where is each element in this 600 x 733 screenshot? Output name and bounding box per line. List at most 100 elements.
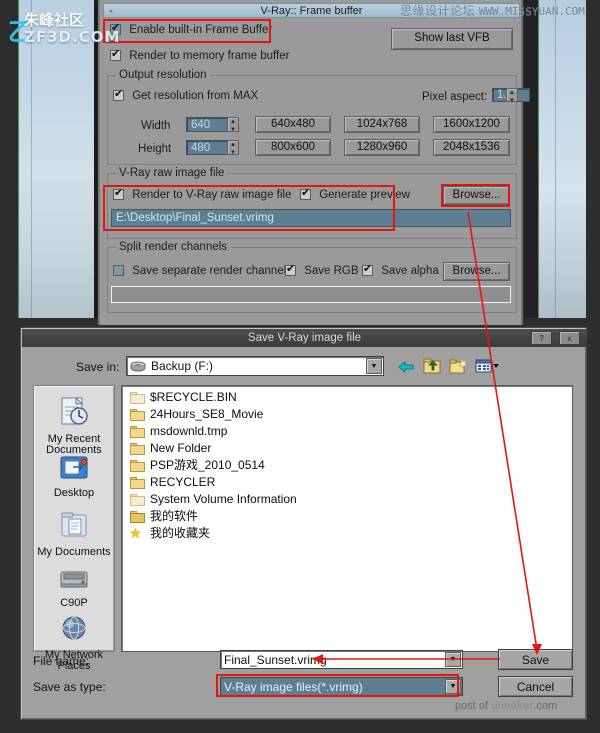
generate-preview-row[interactable]: Generate preview <box>300 187 410 201</box>
enable-frame-buffer-row[interactable]: Enable built-in Frame Buffer <box>110 22 272 36</box>
spinner-up-icon[interactable]: ▲ <box>228 141 238 149</box>
back-arrow-icon[interactable] <box>396 358 416 376</box>
save-alpha-row[interactable]: Save alpha <box>362 263 439 277</box>
file-list-pane[interactable]: $RECYCLE.BIN 24Hours_SE8_Movie msdownld.… <box>121 385 573 652</box>
preset-label: 800x600 <box>270 140 316 153</box>
watermark-uimaker: post of uimaker.com <box>455 700 557 712</box>
file-name: RECYCLER <box>150 475 216 489</box>
list-item[interactable]: ★ 我的收藏夹 <box>126 525 572 542</box>
save-button[interactable]: Save <box>498 649 573 670</box>
list-item[interactable]: msdownld.tmp <box>126 423 572 440</box>
save-as-type-dropdown-arrow[interactable]: ▼ <box>445 679 461 694</box>
raw-image-browse-button[interactable]: Browse... <box>443 186 510 205</box>
folder-icon <box>130 409 145 421</box>
render-raw-label: Render to V-Ray raw image file <box>132 189 292 201</box>
save-as-type-combobox[interactable]: V-Ray image files(*.vrimg) ▼ <box>220 677 463 696</box>
up-one-level-icon[interactable] <box>422 357 442 375</box>
list-item[interactable]: New Folder <box>126 440 572 457</box>
zf-cn-text: 朱峰社区 <box>24 12 85 29</box>
folder-open-icon <box>130 511 145 523</box>
viewport-right-gutter <box>586 0 600 318</box>
browse-label: Browse... <box>452 264 501 277</box>
file-name-dropdown-arrow[interactable]: ▼ <box>445 652 461 667</box>
place-label: My Recent Documents <box>46 433 102 456</box>
render-to-memory-checkbox[interactable] <box>110 48 121 61</box>
pixel-aspect-spinner[interactable]: ▲ ▼ <box>506 88 518 105</box>
list-item[interactable]: 我的软件 <box>126 508 572 525</box>
preset-640x480-button[interactable]: 640x480 <box>255 116 331 133</box>
list-item[interactable]: RECYCLER <box>126 474 572 491</box>
pixel-aspect-label: Pixel aspect: <box>422 91 487 103</box>
create-new-folder-icon[interactable] <box>448 357 468 375</box>
desktop-icon <box>57 456 91 485</box>
list-item[interactable]: PSP游戏_2010_0514 <box>126 457 572 474</box>
network-places-icon <box>57 616 91 647</box>
folder-icon <box>130 494 145 506</box>
views-menu-icon[interactable] <box>474 357 499 375</box>
place-label: Desktop <box>53 487 95 499</box>
preset-1024x768-button[interactable]: 1024x768 <box>344 116 420 133</box>
file-name-value: Final_Sunset.vrimg <box>224 652 327 667</box>
file-name: PSP游戏_2010_0514 <box>150 458 265 472</box>
render-raw-row[interactable]: Render to V-Ray raw image file <box>113 187 292 201</box>
viewport-guide-line-right <box>555 0 556 318</box>
preset-2048x1536-button[interactable]: 2048x1536 <box>433 139 510 156</box>
height-spinner[interactable]: ▲ ▼ <box>227 140 239 157</box>
spinner-down-icon[interactable]: ▼ <box>507 97 517 105</box>
place-item-my-recent-documents[interactable]: My Recent Documents <box>34 396 114 456</box>
place-item-c90p[interactable]: C90P <box>34 566 114 609</box>
save-separate-row[interactable]: Save separate render channels <box>113 265 292 277</box>
render-to-memory-row[interactable]: Render to memory frame buffer <box>110 48 290 62</box>
save-alpha-label: Save alpha <box>381 265 439 277</box>
place-item-desktop[interactable]: Desktop <box>34 454 114 499</box>
width-value: 640 <box>191 118 211 131</box>
show-last-vfb-button[interactable]: Show last VFB <box>391 28 513 50</box>
save-rgb-label: Save RGB <box>304 265 359 277</box>
list-item[interactable]: System Volume Information <box>126 491 572 508</box>
raw-image-path-field[interactable]: E:\Desktop\Final_Sunset.vrimg <box>111 209 511 227</box>
preset-label: 2048x1536 <box>443 140 500 153</box>
folder-icon <box>130 443 145 455</box>
split-channels-browse-button[interactable]: Browse... <box>443 262 510 281</box>
list-item[interactable]: $RECYCLE.BIN <box>126 389 572 406</box>
save-separate-checkbox[interactable] <box>113 265 124 276</box>
render-to-memory-label: Render to memory frame buffer <box>129 50 290 62</box>
split-channels-path-field[interactable] <box>111 286 511 303</box>
pixel-aspect-text: Pixel aspect: <box>422 91 488 103</box>
preset-1600x1200-button[interactable]: 1600x1200 <box>433 116 510 133</box>
spinner-up-icon[interactable]: ▲ <box>228 118 238 126</box>
file-name-combobox[interactable]: Final_Sunset.vrimg ▼ <box>220 650 463 669</box>
get-resolution-checkbox[interactable] <box>113 88 124 101</box>
viewport-sky-right <box>538 0 588 318</box>
save-in-dropdown-arrow[interactable]: ▼ <box>366 358 382 374</box>
preset-800x600-button[interactable]: 800x600 <box>255 139 331 156</box>
spinner-down-icon[interactable]: ▼ <box>228 149 238 157</box>
list-item[interactable]: 24Hours_SE8_Movie <box>126 406 572 423</box>
generate-preview-checkbox[interactable] <box>300 187 311 200</box>
help-icon: ? <box>539 333 544 343</box>
spinner-up-icon[interactable]: ▲ <box>507 89 517 97</box>
width-spinner[interactable]: ▲ ▼ <box>227 117 239 134</box>
save-alpha-checkbox[interactable] <box>362 263 373 276</box>
height-text: Height <box>138 143 172 155</box>
render-raw-checkbox[interactable] <box>113 187 124 200</box>
get-resolution-row[interactable]: Get resolution from MAX <box>113 88 258 102</box>
file-name: $RECYCLE.BIN <box>150 390 237 404</box>
height-label: Height <box>138 143 171 155</box>
place-label: My Documents <box>37 546 111 558</box>
place-item-my-documents[interactable]: My Documents <box>34 511 114 558</box>
save-in-combobox[interactable]: Backup (F:) ▼ <box>126 356 384 376</box>
dialog-close-button[interactable]: x <box>559 331 580 345</box>
spinner-down-icon[interactable]: ▼ <box>228 126 238 134</box>
file-name: System Volume Information <box>150 492 297 506</box>
cancel-button[interactable]: Cancel <box>498 676 573 697</box>
save-button-label: Save <box>521 652 550 667</box>
rollout-title: V-Ray:: Frame buffer <box>260 5 363 17</box>
save-rgb-row[interactable]: Save RGB <box>285 263 359 277</box>
folder-icon <box>130 392 145 404</box>
preset-1280x960-button[interactable]: 1280x960 <box>344 139 420 156</box>
raw-image-group: V-Ray raw image file <box>107 167 517 239</box>
save-rgb-checkbox[interactable] <box>285 263 296 276</box>
dialog-help-button[interactable]: ? <box>531 331 552 345</box>
save-as-type-label: Save as type: <box>33 680 106 694</box>
